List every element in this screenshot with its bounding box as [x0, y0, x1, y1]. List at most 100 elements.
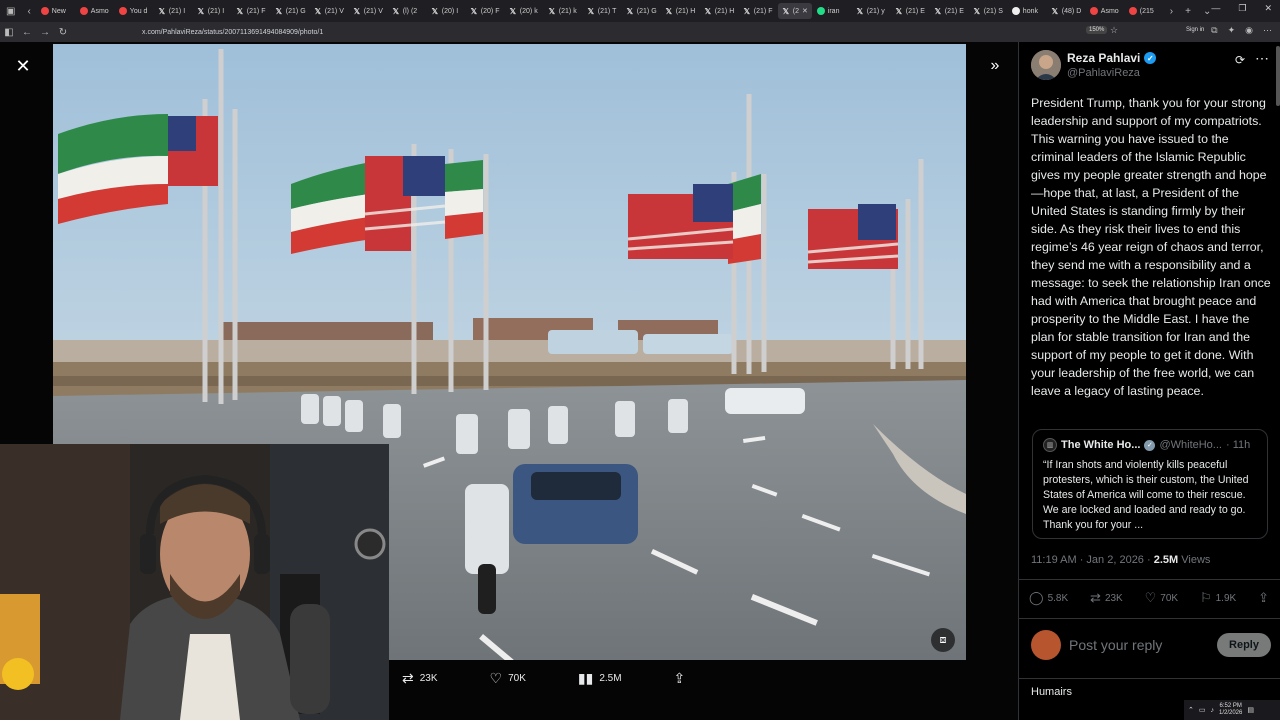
- tab-scroll-right-icon[interactable]: ›: [1164, 6, 1179, 17]
- browser-tab[interactable]: 𝕏 (21) V: [349, 3, 387, 19]
- browser-tab[interactable]: 𝕏 (21) G: [622, 3, 660, 19]
- browser-menu-icon[interactable]: ⋯: [1263, 25, 1272, 36]
- next-reply-author[interactable]: Humairs: [1031, 686, 1072, 698]
- share-button[interactable]: ⇪: [674, 670, 686, 687]
- tab-title: (20) F: [480, 7, 500, 15]
- url-field[interactable]: x.com/PahlaviReza/status/200711369149408…: [142, 29, 323, 36]
- zoom-badge[interactable]: 150%: [1086, 26, 1108, 34]
- collections-icon[interactable]: ✦: [1228, 25, 1236, 36]
- tab-title: (2: [792, 7, 800, 15]
- repost-button[interactable]: ⇄ 23K: [402, 670, 438, 687]
- clock-time: 6:52 PM: [1219, 703, 1242, 709]
- browser-tab[interactable]: 𝕏 (21) S: [969, 3, 1007, 19]
- browser-tab[interactable]: 𝕏 (20) I: [427, 3, 465, 19]
- more-options-icon[interactable]: ⋯: [1255, 50, 1269, 67]
- author-avatar[interactable]: [1031, 50, 1061, 80]
- tab-title: (21) I: [207, 7, 225, 15]
- volume-icon[interactable]: ♪: [1211, 707, 1215, 714]
- browser-tab[interactable]: 𝕏 (21) y: [852, 3, 890, 19]
- quoted-post[interactable]: ▥ The White Ho... ✓ @WhiteHo... · 11h “I…: [1032, 429, 1268, 539]
- reply-input[interactable]: Post your reply: [1069, 637, 1217, 653]
- tray-chevron-icon[interactable]: ⌃: [1188, 706, 1194, 714]
- browser-tab[interactable]: 𝕏 (21) I: [193, 3, 231, 19]
- browser-tab[interactable]: Asmo: [76, 3, 114, 19]
- browser-tab[interactable]: 𝕏 (20) k: [505, 3, 543, 19]
- browser-tab[interactable]: 𝕏 (21) H: [661, 3, 699, 19]
- like-count: 70K: [1160, 592, 1179, 604]
- extensions-icon[interactable]: ⧉: [1211, 25, 1217, 36]
- browser-tab[interactable]: 𝕏 (21) E: [891, 3, 929, 19]
- bookmark-stat[interactable]: ⚐ 1.9K: [1200, 590, 1236, 606]
- system-tray: ⌃ ▭ ♪ 6:52 PM 1/2/2026 ▤: [1184, 700, 1280, 720]
- tab-title: honk: [1022, 7, 1038, 15]
- restore-icon[interactable]: ❐: [1238, 3, 1246, 14]
- browser-tab[interactable]: Asmo: [1086, 3, 1124, 19]
- browser-tab[interactable]: 𝕏 (21) k: [544, 3, 582, 19]
- address-bar: ◧ ← → ↻ x.com/PahlaviReza/status/2007113…: [0, 22, 1280, 42]
- new-tab-icon[interactable]: +: [1179, 6, 1197, 17]
- notifications-icon[interactable]: ▤: [1247, 706, 1254, 714]
- edit-image-icon[interactable]: ⧈: [931, 628, 955, 652]
- repost-stat[interactable]: ⇄ 23K: [1090, 590, 1123, 606]
- minimize-icon[interactable]: —: [1211, 3, 1220, 14]
- post-author[interactable]: Reza Pahlavi ✓ @PahlaviReza: [1031, 50, 1157, 80]
- browser-tab[interactable]: 𝕏 (21) I: [154, 3, 192, 19]
- window-controls: — ❐ ✕: [1211, 3, 1272, 14]
- reply-stat[interactable]: ◯ 5.8K: [1029, 590, 1068, 606]
- sidebar-toggle-icon[interactable]: ◧: [0, 27, 18, 38]
- browser-tab[interactable]: You d: [115, 3, 153, 19]
- share-stat[interactable]: ⇪: [1258, 590, 1269, 606]
- x-logo-icon: 𝕏: [934, 6, 942, 16]
- x-logo-icon: 𝕏: [314, 6, 322, 16]
- browser-tab[interactable]: 𝕏 (21) G: [271, 3, 309, 19]
- back-icon[interactable]: ←: [18, 27, 36, 38]
- author-handle[interactable]: @PahlaviReza: [1067, 67, 1156, 79]
- forward-icon[interactable]: →: [36, 27, 54, 38]
- browser-tab[interactable]: 𝕏 (21) E: [930, 3, 968, 19]
- browser-tab[interactable]: honk: [1008, 3, 1046, 19]
- post-panel: Reza Pahlavi ✓ @PahlaviReza ⟳ ⋯ Presiden…: [1018, 42, 1280, 720]
- verified-badge-icon[interactable]: ✓: [1144, 52, 1157, 64]
- post-stats: ◯ 5.8K ⇄ 23K ♡ 70K ⚐ 1.9K ⇪: [1029, 590, 1269, 606]
- browser-tab[interactable]: 𝕏 (21) V: [310, 3, 348, 19]
- browser-tab[interactable]: 𝕏 (21) F: [232, 3, 270, 19]
- collapse-sidebar-icon[interactable]: »: [984, 55, 1006, 77]
- like-stat[interactable]: ♡ 70K: [1145, 590, 1178, 606]
- network-icon[interactable]: ▭: [1199, 706, 1206, 714]
- close-tab-icon[interactable]: ✕: [802, 7, 808, 15]
- user-avatar[interactable]: [1031, 630, 1061, 660]
- profile-icon[interactable]: ◉: [1245, 25, 1253, 36]
- browser-tab[interactable]: 𝕏 (l) (2: [388, 3, 426, 19]
- close-viewer-icon[interactable]: ✕: [12, 55, 34, 77]
- grok-icon[interactable]: ⟳: [1235, 53, 1245, 67]
- site-favicon-icon: [79, 7, 88, 15]
- reload-icon[interactable]: ↻: [54, 27, 72, 38]
- browser-tab[interactable]: 𝕏 (20) F: [466, 3, 504, 19]
- browser-tab[interactable]: 𝕏 (21) F: [739, 3, 777, 19]
- clock[interactable]: 6:52 PM 1/2/2026: [1219, 703, 1242, 717]
- tab-title: (21) G: [285, 7, 306, 15]
- tab-title: New: [51, 7, 66, 15]
- browser-tab[interactable]: 𝕏 (21) H: [700, 3, 738, 19]
- post-timestamp[interactable]: 11:19 AM · Jan 2, 2026 ·: [1031, 554, 1151, 566]
- author-name[interactable]: Reza Pahlavi: [1067, 51, 1140, 65]
- tab-scroll-left-icon[interactable]: ‹: [21, 6, 36, 17]
- browser-tab[interactable]: 𝕏 (2 ✕: [777, 3, 812, 19]
- clock-date: 1/2/2026: [1219, 710, 1243, 716]
- sign-in-button[interactable]: Sign in: [1186, 27, 1204, 33]
- x-logo-icon: 𝕏: [275, 6, 283, 16]
- browser-tab[interactable]: (215: [1125, 3, 1163, 19]
- browser-tab[interactable]: 𝕏 (48) D: [1047, 3, 1085, 19]
- browser-tab[interactable]: 𝕏 (21) T: [583, 3, 621, 19]
- reply-button[interactable]: Reply: [1217, 633, 1271, 657]
- close-window-icon[interactable]: ✕: [1264, 3, 1272, 14]
- x-logo-icon: 𝕏: [236, 6, 244, 16]
- panel-scrollbar[interactable]: [1276, 46, 1280, 106]
- reply-composer: Post your reply Reply: [1031, 627, 1271, 663]
- like-button[interactable]: ♡ 70K: [490, 670, 526, 687]
- browser-tab[interactable]: New: [37, 3, 75, 19]
- browser-tab[interactable]: iran: [813, 3, 851, 19]
- favorite-icon[interactable]: ☆: [1110, 25, 1118, 36]
- views-button[interactable]: ▮▮ 2.5M: [578, 670, 622, 687]
- tab-actions-icon[interactable]: ▣: [0, 6, 21, 17]
